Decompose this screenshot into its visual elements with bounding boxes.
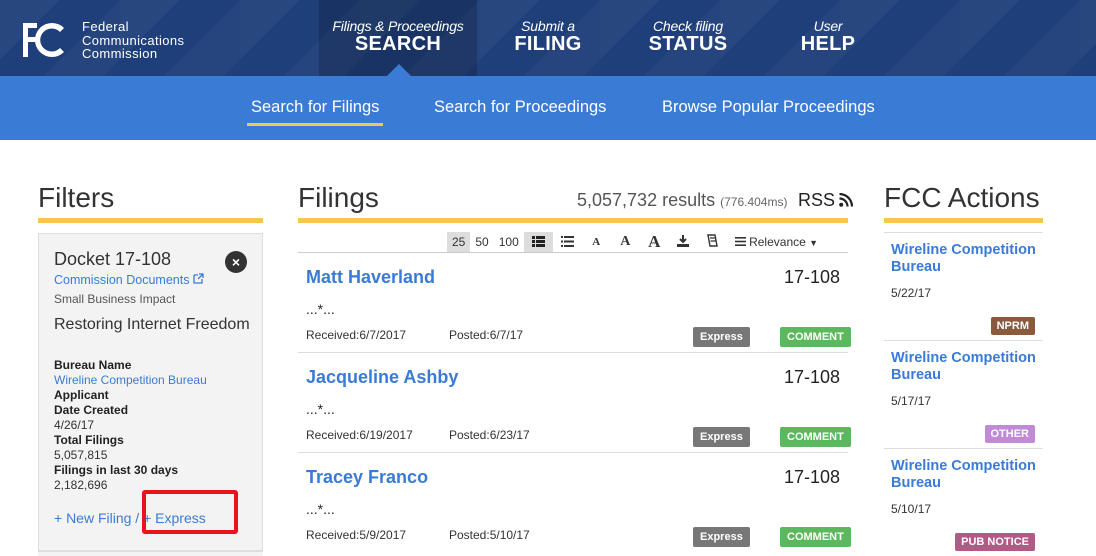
page-size-25[interactable]: 25	[447, 232, 471, 252]
docket-title: Docket 17-108	[54, 249, 172, 269]
action-type-badge: PUB NOTICE	[955, 533, 1035, 551]
sub-navigation: Search for Filings Search for Proceeding…	[0, 76, 1096, 140]
page-size-50[interactable]: 50	[470, 232, 493, 252]
filings-heading: Filings	[298, 182, 379, 213]
date-created-label: Date Created	[54, 403, 129, 417]
nav-help[interactable]: User HELP	[790, 0, 866, 76]
action-type-badge: OTHER	[984, 425, 1035, 443]
comment-badge: COMMENT	[780, 327, 851, 347]
action-title-link[interactable]: Wireline Competition Bureau	[891, 350, 1041, 384]
action-title-link[interactable]: Wireline Competition Bureau	[891, 242, 1041, 276]
action-item: Wireline Competition Bureau 5/10/17 PUB …	[884, 448, 1043, 556]
fcc-logo[interactable]: Federal Communications Commission	[20, 18, 200, 62]
fcc-logo-text: Federal Communications Commission	[82, 19, 185, 61]
small-business-impact: Small Business Impact	[54, 292, 176, 306]
filing-docket: 17-108	[783, 367, 840, 387]
page-size-100[interactable]: 100	[494, 232, 524, 252]
detailed-list-icon[interactable]	[523, 232, 553, 252]
proceeding-name: Restoring Internet Freedom	[54, 316, 250, 333]
total-filings-label: Total Filings	[54, 433, 124, 447]
date-created-value: 4/26/17	[54, 418, 95, 432]
express-badge: Express	[693, 327, 750, 347]
filing-received: Received:6/19/2017	[306, 428, 413, 442]
filing-posted: Posted:6/23/17	[449, 428, 530, 442]
comment-badge: COMMENT	[780, 527, 851, 547]
filing-excerpt: ...*...	[306, 401, 335, 417]
filing-received: Received:5/9/2017	[306, 528, 407, 542]
bureau-link[interactable]: Wireline Competition Bureau	[54, 373, 254, 388]
filters-heading-rule	[38, 218, 263, 223]
filing-posted: Posted:5/10/17	[449, 528, 530, 542]
subnav-search-filings[interactable]: Search for Filings	[246, 98, 384, 126]
font-large-icon[interactable]: A	[640, 232, 669, 252]
filing-docket: 17-108	[783, 467, 840, 487]
filing-excerpt: ...*...	[306, 501, 335, 517]
total-filings-value: 5,057,815	[54, 448, 108, 462]
action-date: 5/22/17	[891, 286, 932, 300]
subnav-search-proceedings[interactable]: Search for Proceedings	[434, 98, 606, 117]
action-date: 5/10/17	[891, 502, 932, 516]
font-medium-icon[interactable]: A	[611, 232, 640, 252]
filing-row: Matt Haverland 17-108 ...*... Received:6…	[298, 252, 851, 352]
filings-heading-rule	[298, 218, 848, 223]
action-item: Wireline Competition Bureau 5/17/17 OTHE…	[884, 340, 1043, 448]
fcc-actions-list: Wireline Competition Bureau 5/22/17 NPRM…	[884, 232, 1043, 556]
results-toolbar: 25 50 100 A A A Relevance ▼	[447, 232, 823, 252]
font-small-icon[interactable]: A	[582, 232, 611, 252]
filters-heading: Filters	[38, 182, 115, 213]
comment-badge: COMMENT	[780, 427, 851, 447]
fcc-actions-heading: FCC Actions	[884, 182, 1040, 213]
filing-posted: Posted:6/7/17	[449, 328, 524, 342]
compact-list-icon[interactable]	[553, 232, 582, 252]
filing-received: Received:6/7/2017	[306, 328, 407, 342]
remove-filter-icon[interactable]: ×	[225, 251, 247, 273]
express-badge: Express	[693, 427, 750, 447]
nav-status[interactable]: Check filing STATUS	[640, 0, 736, 76]
applicant-label: Applicant	[54, 388, 109, 402]
rss-icon	[839, 193, 854, 207]
subnav-browse-popular[interactable]: Browse Popular Proceedings	[662, 98, 875, 117]
filing-row: Jacqueline Ashby 17-108 ...*... Received…	[298, 352, 851, 452]
docket-details: Bureau Name Wireline Competition Bureau …	[54, 358, 254, 493]
action-item: Wireline Competition Bureau 5/22/17 NPRM	[884, 232, 1043, 340]
action-title-link[interactable]: Wireline Competition Bureau	[891, 458, 1041, 492]
last30-label: Filings in last 30 days	[54, 463, 179, 477]
fcc-logo-icon	[23, 23, 64, 58]
bureau-label: Bureau Name	[54, 358, 132, 372]
top-header: Federal Communications Commission Filing…	[0, 0, 1096, 76]
filer-name-link[interactable]: Tracey Franco	[306, 467, 428, 488]
rss-link[interactable]: RSS	[798, 190, 854, 211]
filing-row: Tracey Franco 17-108 ...*... Received:5/…	[298, 452, 851, 552]
external-link-icon	[193, 273, 204, 284]
commission-documents-link[interactable]: Commission Documents	[54, 273, 204, 287]
fcc-actions-heading-rule	[884, 218, 1043, 223]
annotation-highlight-box	[142, 490, 238, 534]
action-type-badge: NPRM	[990, 317, 1035, 335]
filing-docket: 17-108	[783, 267, 840, 287]
results-count: 5,057,732 results (776.404ms)	[577, 190, 788, 210]
next-filter-card	[38, 551, 263, 556]
filings-list: Matt Haverland 17-108 ...*... Received:6…	[298, 252, 851, 552]
download-icon[interactable]	[669, 232, 698, 252]
action-date: 5/17/17	[891, 394, 932, 408]
active-nav-caret	[387, 64, 411, 76]
filing-excerpt: ...*...	[306, 301, 335, 317]
filer-name-link[interactable]: Matt Haverland	[306, 267, 435, 288]
filer-name-link[interactable]: Jacqueline Ashby	[306, 367, 458, 388]
express-badge: Express	[693, 527, 750, 547]
sort-list-icon	[734, 237, 746, 246]
nav-filing[interactable]: Submit a FILING	[500, 0, 596, 76]
sort-dropdown[interactable]: Relevance ▼	[727, 232, 823, 252]
caret-down-icon: ▼	[809, 238, 819, 248]
query-time: (776.404ms)	[720, 195, 788, 209]
print-icon[interactable]	[698, 232, 727, 252]
